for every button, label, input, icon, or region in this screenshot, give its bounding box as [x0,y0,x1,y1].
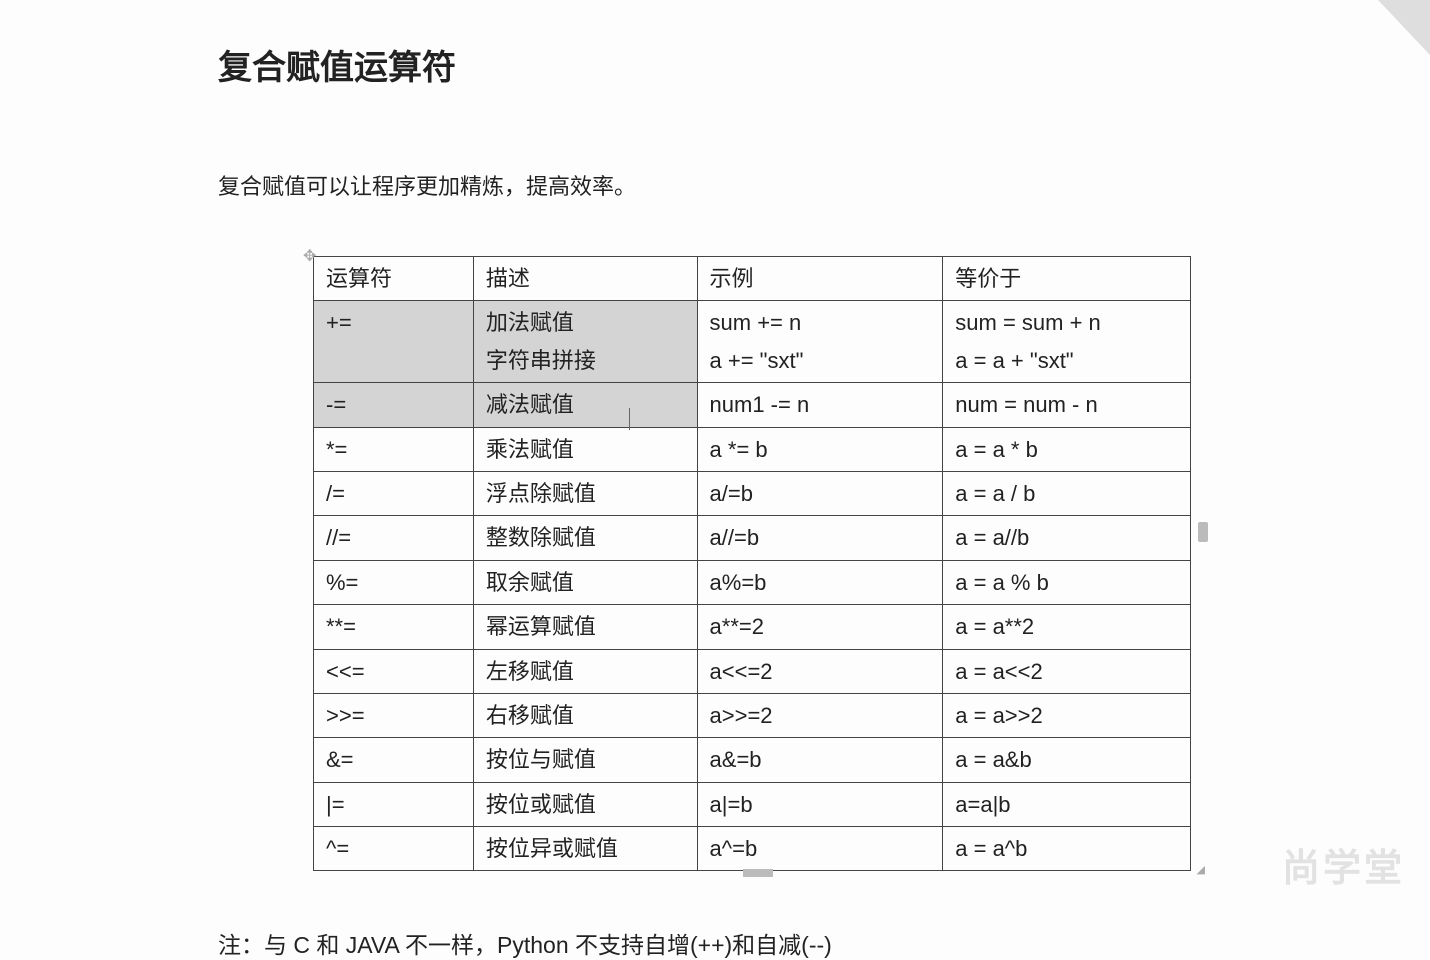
header-example: 示例 [697,257,943,301]
cell-description: 乘法赋值 [473,427,697,471]
header-operator: 运算符 [314,257,474,301]
cell-description: 加法赋值字符串拼接 [473,301,697,383]
cell-equivalent: a = a>>2 [943,693,1191,737]
header-equivalent: 等价于 [943,257,1191,301]
cell-description: 按位或赋值 [473,782,697,826]
cell-description: 左移赋值 [473,649,697,693]
cell-equivalent: a=a|b [943,782,1191,826]
cell-equivalent: sum = sum + na = a + "sxt" [943,301,1191,383]
table-row: /=浮点除赋值a/=ba = a / b [314,471,1191,515]
cell-operator: += [314,301,474,383]
bottom-handle-icon[interactable] [743,869,773,877]
header-description: 描述 [473,257,697,301]
watermark-text: 尚学堂 [1282,837,1405,892]
cell-description: 右移赋值 [473,693,697,737]
cell-equivalent: a = a / b [943,471,1191,515]
table-row: -=减法赋值num1 -= nnum = num - n [314,383,1191,427]
table-header-row: 运算符 描述 示例 等价于 [314,257,1191,301]
cell-example: a|=b [697,782,943,826]
intro-text: 复合赋值可以让程序更加精炼，提高效率。 [218,169,1200,201]
cell-example: a/=b [697,471,943,515]
cell-example: num1 -= n [697,383,943,427]
cell-operator: -= [314,383,474,427]
cell-equivalent: a = a<<2 [943,649,1191,693]
cell-operator: /= [314,471,474,515]
cell-equivalent: a = a % b [943,560,1191,604]
cell-equivalent: a = a&b [943,738,1191,782]
cell-description: 浮点除赋值 [473,471,697,515]
cell-equivalent: a = a^b [943,827,1191,871]
cell-equivalent: a = a**2 [943,605,1191,649]
table-row: ^=按位异或赋值a^=ba = a^b [314,827,1191,871]
cell-description: 幂运算赋值 [473,605,697,649]
cell-operator: ^= [314,827,474,871]
document-content: 复合赋值运算符 复合赋值可以让程序更加精炼，提高效率。 ✥ 运算符 描述 示例 … [0,0,1200,960]
table-row: %=取余赋值a%=ba = a % b [314,560,1191,604]
text-cursor-icon [629,408,630,430]
cell-description: 按位异或赋值 [473,827,697,871]
cell-description: 减法赋值 [473,383,697,427]
cell-operator: |= [314,782,474,826]
cell-example: a *= b [697,427,943,471]
resize-handle-icon[interactable]: ◢ [1197,863,1205,876]
table-row: //=整数除赋值a//=ba = a//b [314,516,1191,560]
cell-example: sum += na += "sxt" [697,301,943,383]
cell-description: 按位与赋值 [473,738,697,782]
table-container: ✥ 运算符 描述 示例 等价于 +=加法赋值字符串拼接sum += na += … [313,256,1200,871]
table-row: <<=左移赋值a<<=2a = a<<2 [314,649,1191,693]
cell-example: a^=b [697,827,943,871]
cell-equivalent: num = num - n [943,383,1191,427]
cell-description: 取余赋值 [473,560,697,604]
table-row: |=按位或赋值a|=ba=a|b [314,782,1191,826]
table-row: +=加法赋值字符串拼接sum += na += "sxt"sum = sum +… [314,301,1191,383]
footer-note: 注：与 C 和 JAVA 不一样，Python 不支持自增(++)和自减(--) [218,926,1200,960]
corner-fold-icon [1350,0,1430,55]
cell-operator: //= [314,516,474,560]
cell-example: a%=b [697,560,943,604]
cell-example: a>>=2 [697,693,943,737]
cell-operator: **= [314,605,474,649]
cell-operator: %= [314,560,474,604]
cell-equivalent: a = a * b [943,427,1191,471]
table-row: *=乘法赋值a *= ba = a * b [314,427,1191,471]
table-row: &=按位与赋值a&=ba = a&b [314,738,1191,782]
cell-example: a**=2 [697,605,943,649]
scroll-indicator-icon [1198,522,1208,542]
move-handle-icon[interactable]: ✥ [303,246,316,266]
cell-example: a&=b [697,738,943,782]
operators-table: 运算符 描述 示例 等价于 +=加法赋值字符串拼接sum += na += "s… [313,256,1191,871]
cell-example: a//=b [697,516,943,560]
cell-example: a<<=2 [697,649,943,693]
cell-operator: &= [314,738,474,782]
cell-equivalent: a = a//b [943,516,1191,560]
cell-description: 整数除赋值 [473,516,697,560]
table-row: >>=右移赋值a>>=2a = a>>2 [314,693,1191,737]
table-row: **=幂运算赋值a**=2a = a**2 [314,605,1191,649]
cell-operator: >>= [314,693,474,737]
cell-operator: <<= [314,649,474,693]
page-title: 复合赋值运算符 [218,40,1200,89]
cell-operator: *= [314,427,474,471]
